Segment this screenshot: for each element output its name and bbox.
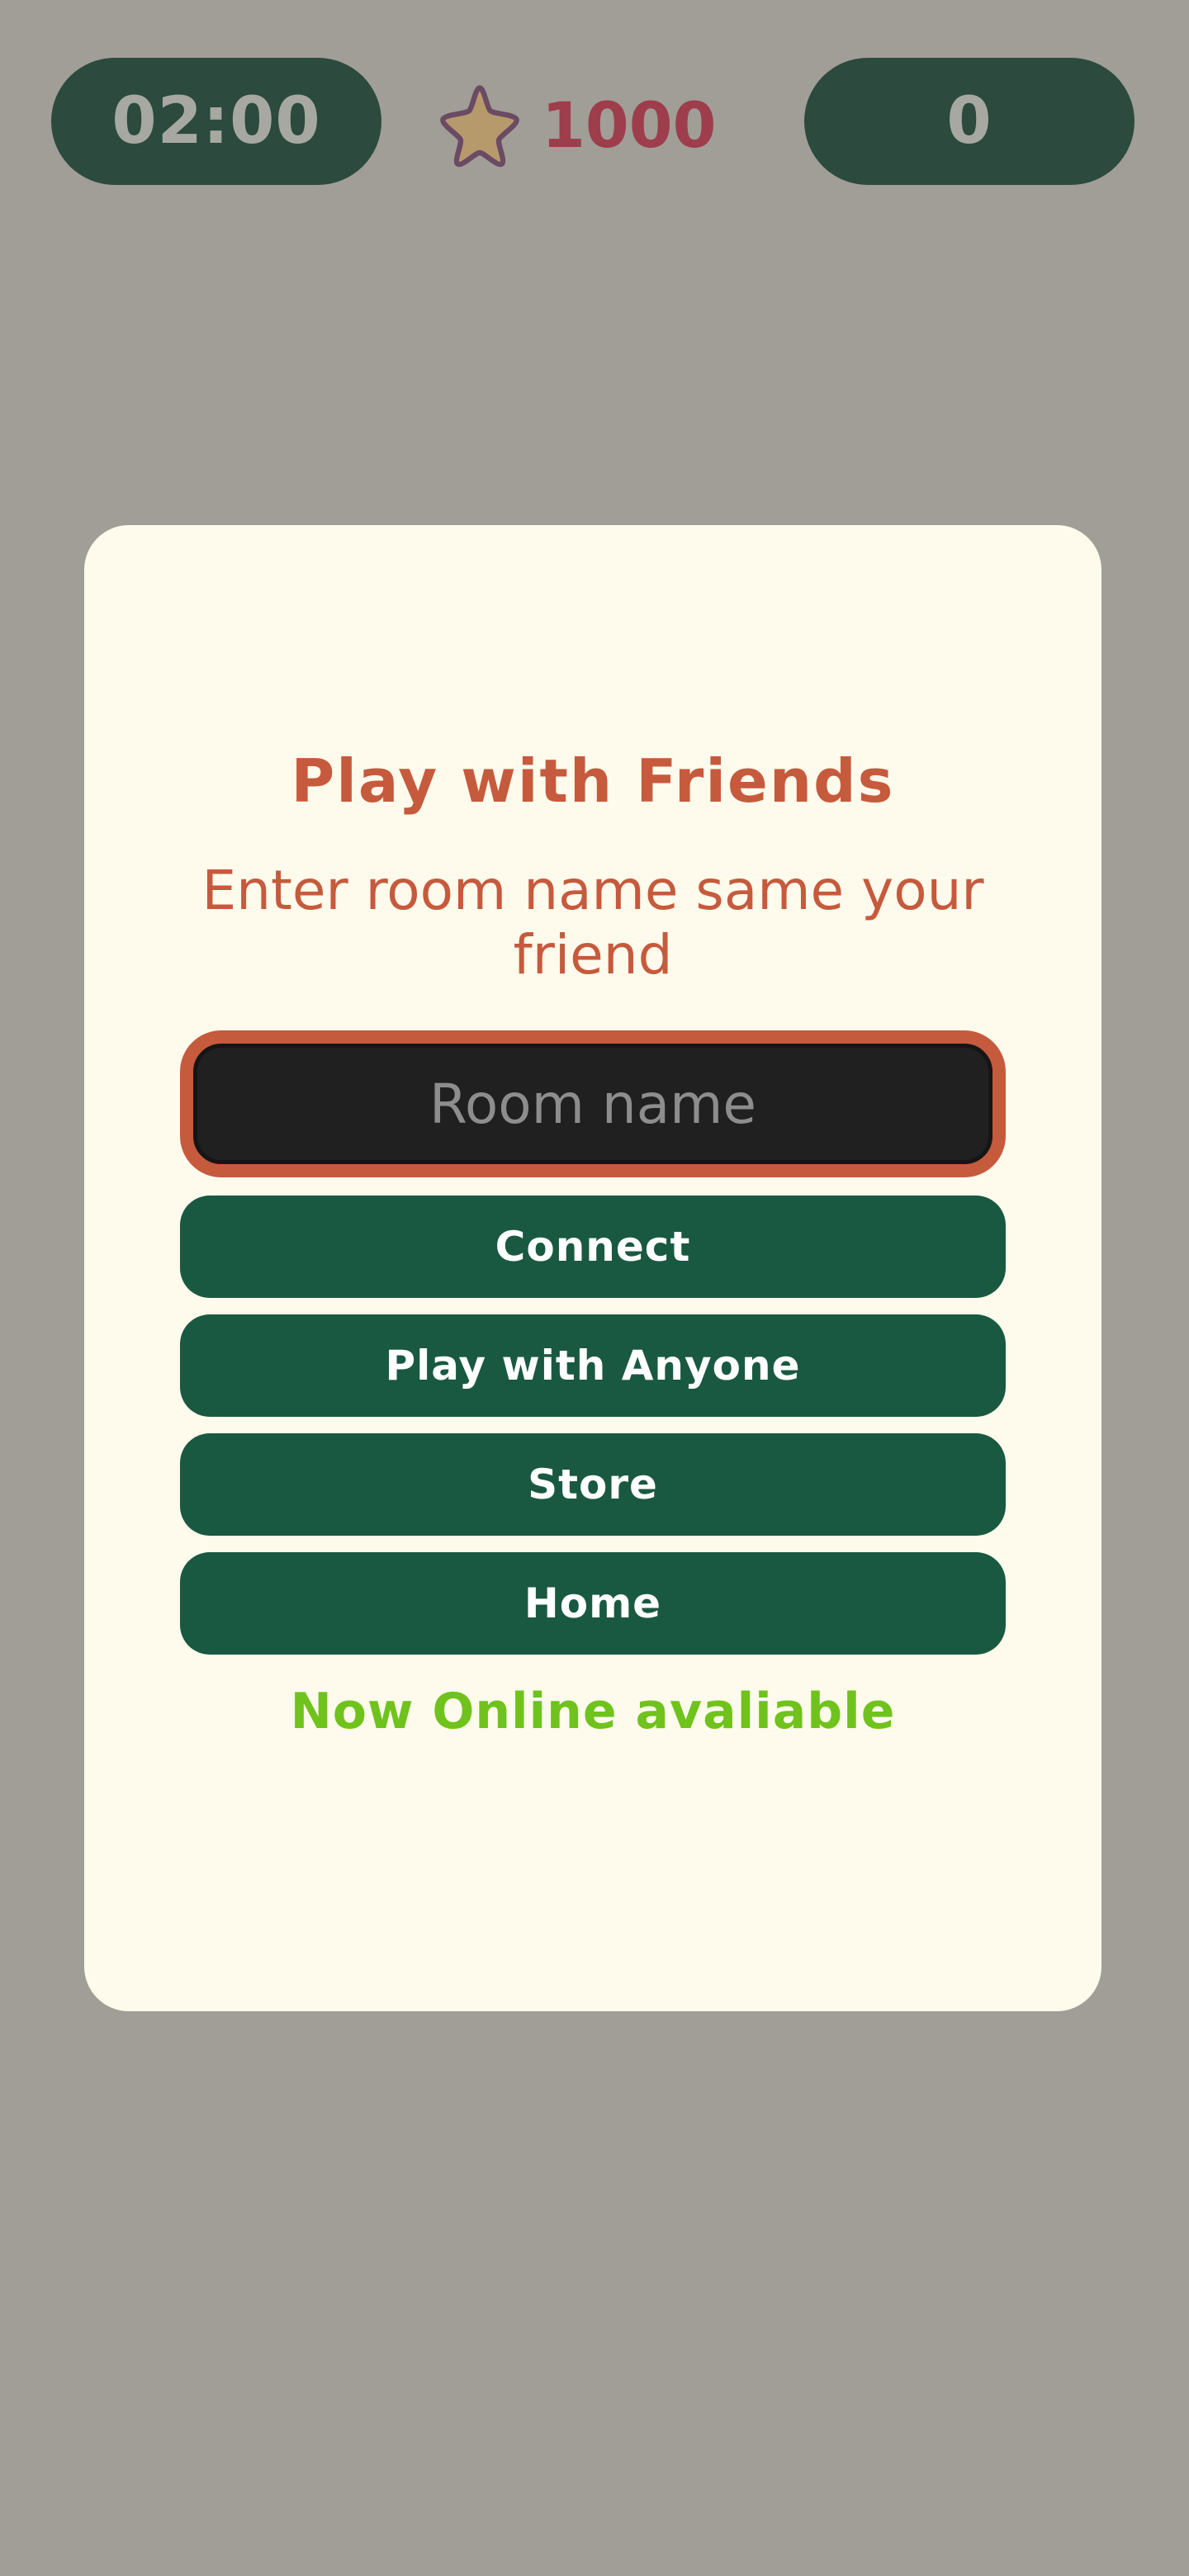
- play-with-anyone-button[interactable]: Play with Anyone: [180, 1314, 1006, 1417]
- timer-display: 02:00: [51, 58, 381, 185]
- play-with-friends-dialog: Play with Friends Enter room name same y…: [84, 525, 1101, 2011]
- timer-value: 02:00: [111, 84, 321, 159]
- dialog-title: Play with Friends: [291, 746, 895, 816]
- home-button[interactable]: Home: [180, 1552, 1006, 1655]
- coin-counter: 1000: [436, 79, 717, 170]
- room-name-field: [180, 1030, 1006, 1177]
- connect-button[interactable]: Connect: [180, 1196, 1006, 1298]
- dialog-subtitle: Enter room name same your friend: [201, 859, 984, 987]
- room-name-input[interactable]: [193, 1044, 992, 1164]
- online-status-text: Now Online avaliable: [290, 1683, 896, 1740]
- store-button[interactable]: Store: [180, 1433, 1006, 1536]
- score-display: 0: [804, 58, 1135, 185]
- star-icon: [440, 85, 519, 168]
- score-value: 0: [946, 84, 992, 159]
- coin-value: 1000: [542, 88, 717, 162]
